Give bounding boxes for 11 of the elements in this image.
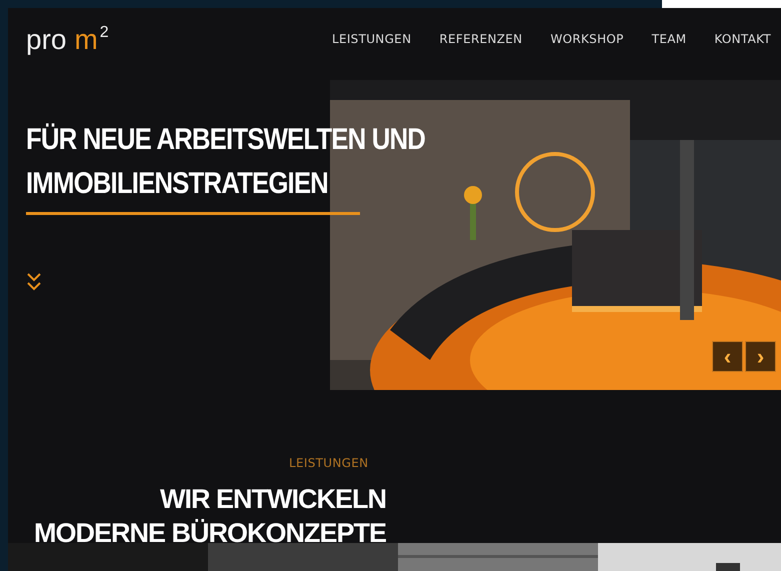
nav-link[interactable]: LEISTUNGEN: [332, 32, 412, 46]
section-label: LEISTUNGEN: [289, 456, 370, 470]
previous-slide-button[interactable]: ‹: [712, 341, 743, 372]
section-heading: WIR ENTWICKELN MODERNE BÜROKONZEPTE: [32, 483, 386, 550]
next-slide-button[interactable]: ›: [745, 341, 776, 372]
hero-title: FÜR NEUE ARBEITSWELTEN UND IMMOBILIENSTRATEGIEN: [26, 122, 426, 202]
double-chevron-down-icon[interactable]: [26, 271, 42, 293]
nav-link[interactable]: KONTAKT: [714, 32, 771, 46]
nav-link[interactable]: TEAM: [652, 32, 686, 46]
nav-link[interactable]: WORKSHOP: [550, 32, 624, 46]
nav-link[interactable]: REFERENZEN: [439, 32, 522, 46]
